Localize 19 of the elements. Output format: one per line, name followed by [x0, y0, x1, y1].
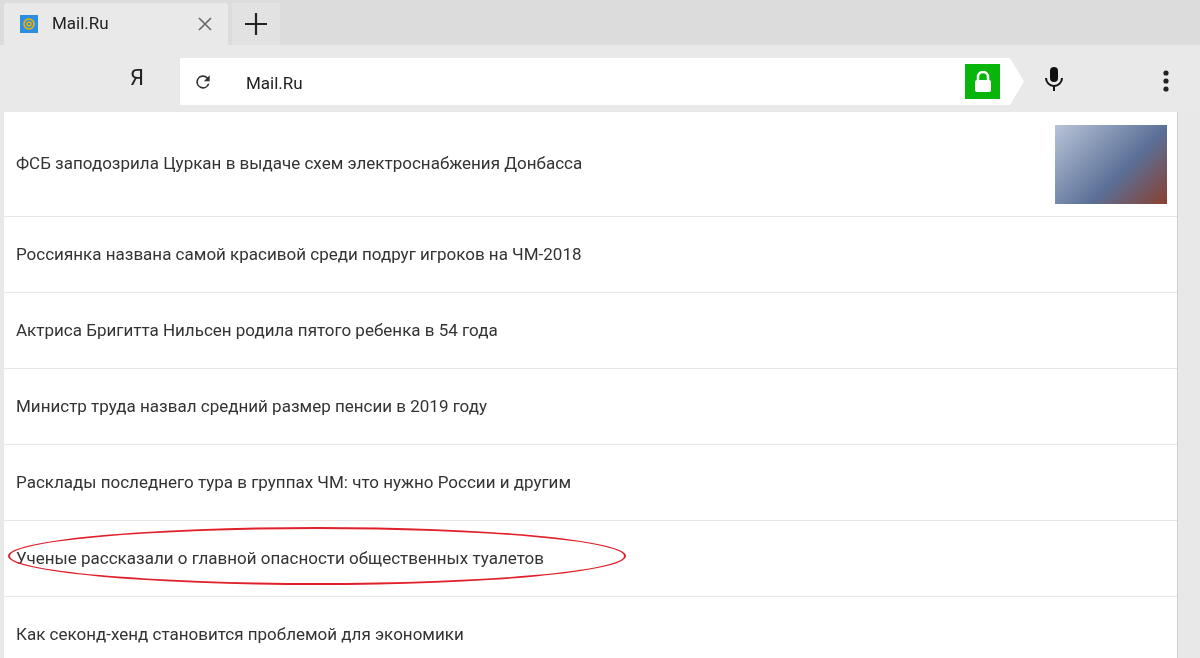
news-headline[interactable]: Россиянка названа самой красивой среди подруг игроков на ЧМ-2018 [16, 241, 582, 268]
browser-tab[interactable]: Mail.Ru [4, 3, 228, 45]
close-icon[interactable] [198, 17, 212, 31]
address-text: Mail.Ru [246, 72, 303, 95]
news-headline[interactable]: Министр труда назвал средний размер пенсии в 2019 году [16, 393, 488, 420]
secure-lock-icon[interactable] [965, 64, 1000, 99]
reload-icon[interactable] [193, 72, 213, 92]
microphone-icon[interactable] [1043, 67, 1065, 91]
news-headline[interactable]: Ученые рассказали о главной опасности общественных туалетов [16, 545, 544, 572]
search-engine-logo[interactable]: Я [130, 67, 144, 89]
plus-icon [245, 13, 267, 35]
news-headline[interactable]: Расклады последнего тура в группах ЧМ: что нужно России и другим [16, 469, 572, 496]
news-headline[interactable]: Актриса Бригитта Нильсен родила пятого ребенка в 54 года [16, 317, 498, 344]
tab-title: Mail.Ru [52, 12, 109, 36]
new-tab-button[interactable] [232, 3, 280, 45]
news-headline[interactable]: Как секонд-хенд становится проблемой для экономики [16, 621, 464, 648]
envelope-at-icon [20, 15, 38, 33]
news-headline[interactable]: ФСБ заподозрила Цуркан в выдаче схем электроснабжения Донбасса [16, 151, 583, 177]
menu-icon[interactable] [1162, 70, 1170, 92]
